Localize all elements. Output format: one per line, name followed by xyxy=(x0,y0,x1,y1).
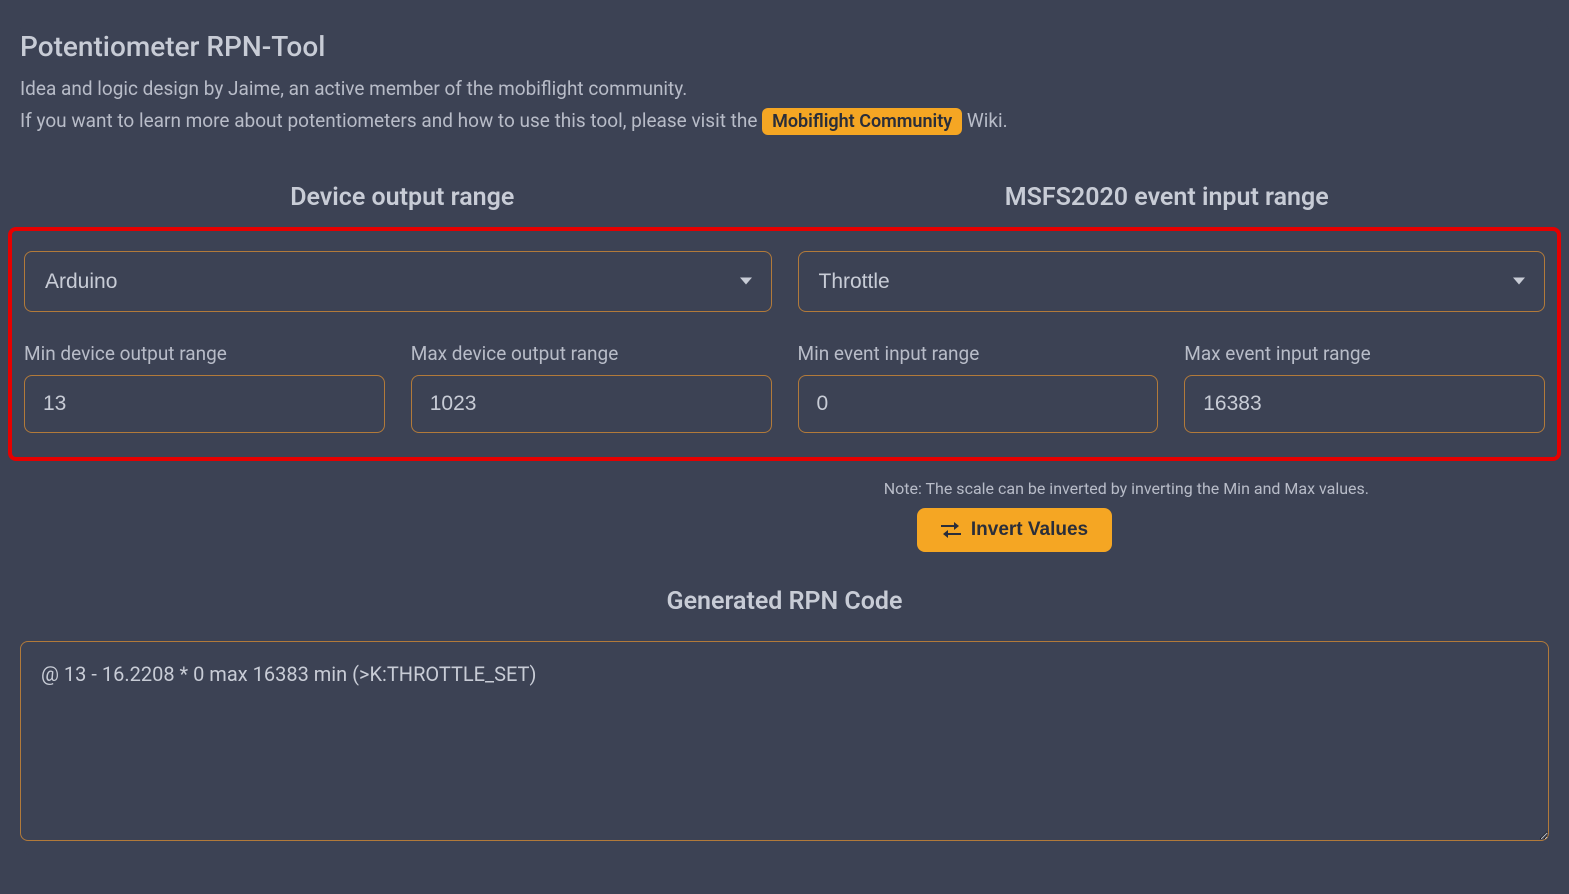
highlighted-inputs-box: Arduino Throttle Min device output range… xyxy=(8,227,1561,461)
section-headings: Device output range MSFS2020 event input… xyxy=(20,183,1549,212)
desc-line-2-suffix: Wiki. xyxy=(962,109,1007,132)
desc-line-2: If you want to learn more about potentio… xyxy=(20,105,1549,138)
max-device-group: Max device output range xyxy=(411,342,772,433)
generated-code-heading: Generated RPN Code xyxy=(20,587,1549,616)
min-event-label: Min event input range xyxy=(798,342,1159,365)
invert-row: Invert Values xyxy=(20,508,1549,552)
min-device-input[interactable] xyxy=(24,375,385,433)
desc-line-1: Idea and logic design by Jaime, an activ… xyxy=(20,73,1549,105)
selects-row: Arduino Throttle xyxy=(12,251,1557,312)
generated-code-textarea[interactable] xyxy=(20,641,1549,841)
max-event-group: Max event input range xyxy=(1184,342,1545,433)
min-event-input[interactable] xyxy=(798,375,1159,433)
max-event-input[interactable] xyxy=(1184,375,1545,433)
device-output-heading: Device output range xyxy=(20,183,785,212)
event-select[interactable]: Throttle xyxy=(798,251,1546,312)
description: Idea and logic design by Jaime, an activ… xyxy=(20,73,1549,138)
rpn-tool-panel: Potentiometer RPN-Tool Idea and logic de… xyxy=(20,20,1549,855)
event-input-heading: MSFS2020 event input range xyxy=(785,183,1550,212)
desc-line-2-prefix: If you want to learn more about potentio… xyxy=(20,109,762,132)
min-device-group: Min device output range xyxy=(24,342,385,433)
max-event-label: Max event input range xyxy=(1184,342,1545,365)
device-select-wrapper: Arduino xyxy=(24,251,772,312)
min-event-group: Min event input range xyxy=(798,342,1159,433)
invert-button-label: Invert Values xyxy=(971,519,1088,541)
min-device-label: Min device output range xyxy=(24,342,385,365)
inputs-row: Min device output range Max device outpu… xyxy=(12,342,1557,433)
invert-note: Note: The scale can be inverted by inver… xyxy=(884,479,1369,498)
event-select-wrapper: Throttle xyxy=(798,251,1546,312)
note-row: Note: The scale can be inverted by inver… xyxy=(20,479,1549,498)
header: Potentiometer RPN-Tool Idea and logic de… xyxy=(20,30,1549,158)
max-device-input[interactable] xyxy=(411,375,772,433)
device-select[interactable]: Arduino xyxy=(24,251,772,312)
invert-values-button[interactable]: Invert Values xyxy=(917,508,1112,552)
max-device-label: Max device output range xyxy=(411,342,772,365)
wiki-link[interactable]: Mobiflight Community xyxy=(762,108,962,135)
swap-icon xyxy=(941,522,961,538)
page-title: Potentiometer RPN-Tool xyxy=(20,30,1549,63)
